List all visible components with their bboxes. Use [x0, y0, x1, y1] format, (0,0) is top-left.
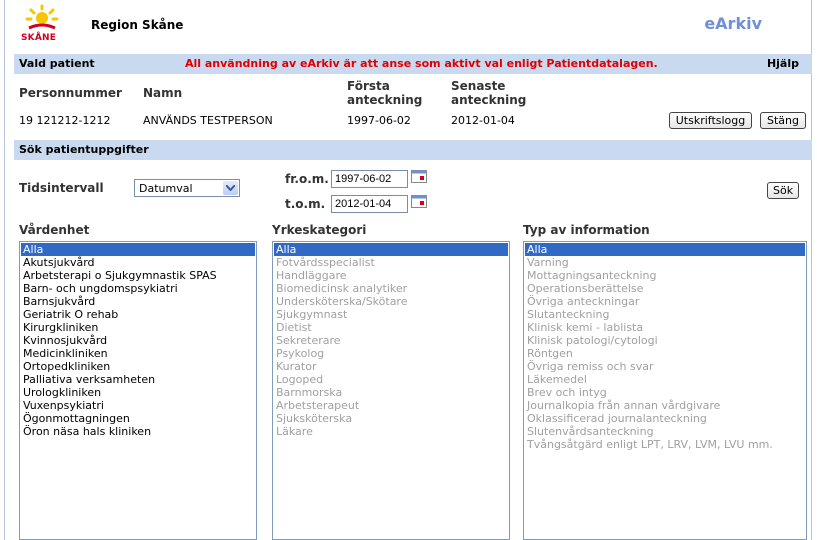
list-item[interactable]: Palliativa verksamheten [21, 373, 255, 386]
patient-bar-title: Vald patient [19, 57, 95, 70]
patient-bar: Vald patient All användning av eArkiv är… [14, 54, 812, 74]
list-item[interactable]: Psykolog [274, 347, 508, 360]
list-item[interactable]: Röntgen [525, 347, 805, 360]
list-item[interactable]: Dietist [274, 321, 508, 334]
interval-select[interactable]: Datumval [134, 179, 240, 197]
list-item[interactable]: Ögonmottagningen [21, 412, 255, 425]
search-button[interactable]: Sök [767, 182, 799, 199]
list-item[interactable]: Logoped [274, 373, 508, 386]
vardenhet-listbox[interactable]: Alla Akutsjukvård Arbetsterapi o Sjukgymna… [19, 241, 257, 540]
forsta-value: 1997-06-02 [347, 114, 411, 127]
list-item[interactable]: Mottagningsanteckning [525, 269, 805, 282]
personnummer-header: Personnummer [19, 86, 122, 100]
list-item[interactable]: Slutenvårdsanteckning [525, 425, 805, 438]
forsta-header-line2: anteckning [347, 93, 423, 107]
to-label: t.o.m. [285, 197, 326, 211]
senaste-value: 2012-01-04 [451, 114, 515, 127]
list-item[interactable]: Klinisk patologi/cytologi [525, 334, 805, 347]
forsta-header: Första anteckning [347, 79, 422, 107]
namn-value: ANVÄNDS TESTPERSON [143, 114, 273, 127]
help-link[interactable]: Hjälp [767, 57, 799, 70]
utskriftslogg-button[interactable]: Utskriftslogg [669, 112, 752, 129]
list-item[interactable]: Barn- och ungdomspsykiatri [21, 282, 255, 295]
forsta-header-line1: Första [347, 79, 390, 93]
list-item[interactable]: Brev och intyg [525, 386, 805, 399]
list-item[interactable]: Urologkliniken [21, 386, 255, 399]
list-item[interactable]: Biomedicinsk analytiker [274, 282, 508, 295]
list-item[interactable]: Kirurgkliniken [21, 321, 255, 334]
list-item[interactable]: Ortopedkliniken [21, 360, 255, 373]
close-button[interactable]: Stäng [760, 112, 806, 129]
list-item[interactable]: Öron näsa hals kliniken [21, 425, 255, 438]
list-item[interactable]: Operationsberättelse [525, 282, 805, 295]
list-item[interactable]: Alla [274, 243, 508, 256]
list-item[interactable]: Tvångsåtgärd enligt LPT, LRV, LVM, LVU m… [525, 438, 805, 451]
interval-label: Tidsintervall [19, 181, 104, 195]
to-date-input[interactable] [331, 195, 408, 213]
list-item[interactable]: Oklassificerad journalanteckning [525, 412, 805, 425]
list-item[interactable]: Akutsjukvård [21, 256, 255, 269]
list-item[interactable]: Alla [525, 243, 805, 256]
from-label: fr.o.m. [285, 172, 329, 186]
calendar-icon[interactable] [411, 194, 427, 208]
namn-header: Namn [143, 86, 183, 100]
from-date-input[interactable] [331, 170, 408, 188]
list-item[interactable]: Övriga remiss och svar [525, 360, 805, 373]
list-item[interactable]: Kvinnosjukvård [21, 334, 255, 347]
list-item[interactable]: Läkemedel [525, 373, 805, 386]
app-title: eArkiv [704, 14, 762, 33]
list-item[interactable]: Barnmorska [274, 386, 508, 399]
list-item[interactable]: Handläggare [274, 269, 508, 282]
list-item[interactable]: Medicinkliniken [21, 347, 255, 360]
yrkeskategori-label: Yrkeskategori [272, 223, 367, 237]
list-item[interactable]: Slutanteckning [525, 308, 805, 321]
yrkeskategori-listbox[interactable]: Alla Fotvårdsspecialist Handläggare Biomedi… [272, 241, 510, 540]
list-item[interactable]: Övriga anteckningar [525, 295, 805, 308]
senaste-header-line1: Senaste [451, 79, 506, 93]
list-item[interactable]: Vuxenpsykiatri [21, 399, 255, 412]
list-item[interactable]: Fotvårdsspecialist [274, 256, 508, 269]
list-item[interactable]: Sjukgymnast [274, 308, 508, 321]
list-item[interactable]: Sekreterare [274, 334, 508, 347]
logo-text: SKÅNE [21, 33, 57, 43]
list-item[interactable]: Arbetsterapi o Sjukgymnastik SPAS [21, 269, 255, 282]
list-item[interactable]: Geriatrik O rehab [21, 308, 255, 321]
list-item[interactable]: Varning [525, 256, 805, 269]
list-item[interactable]: Undersköterska/Skötare [274, 295, 508, 308]
search-bar: Sök patientuppgifter [14, 140, 812, 160]
calendar-icon[interactable] [411, 169, 427, 183]
typ-label: Typ av information [523, 223, 650, 237]
search-bar-title: Sök patientuppgifter [19, 143, 149, 156]
personnummer-value: 19 121212-1212 [19, 114, 111, 127]
chevron-down-icon[interactable] [223, 181, 238, 195]
vardenhet-label: Vårdenhet [19, 223, 90, 237]
typ-listbox[interactable]: Alla Varning Mottagningsanteckning Operatio… [523, 241, 807, 540]
warning-text: All användning av eArkiv är att anse som… [185, 57, 658, 70]
list-item[interactable]: Kurator [274, 360, 508, 373]
interval-select-value: Datumval [139, 182, 193, 195]
list-item[interactable]: Alla [21, 243, 255, 256]
list-item[interactable]: Barnsjukvård [21, 295, 255, 308]
list-item[interactable]: Klinisk kemi - lablista [525, 321, 805, 334]
senaste-header: Senaste anteckning [451, 79, 526, 107]
list-item[interactable]: Läkare [274, 425, 508, 438]
senaste-header-line2: anteckning [451, 93, 527, 107]
list-item[interactable]: Journalkopia från annan vårdgivare [525, 399, 805, 412]
list-item[interactable]: Arbetsterapeut [274, 399, 508, 412]
region-name: Region Skåne [91, 18, 184, 32]
list-item[interactable]: Sjuksköterska [274, 412, 508, 425]
